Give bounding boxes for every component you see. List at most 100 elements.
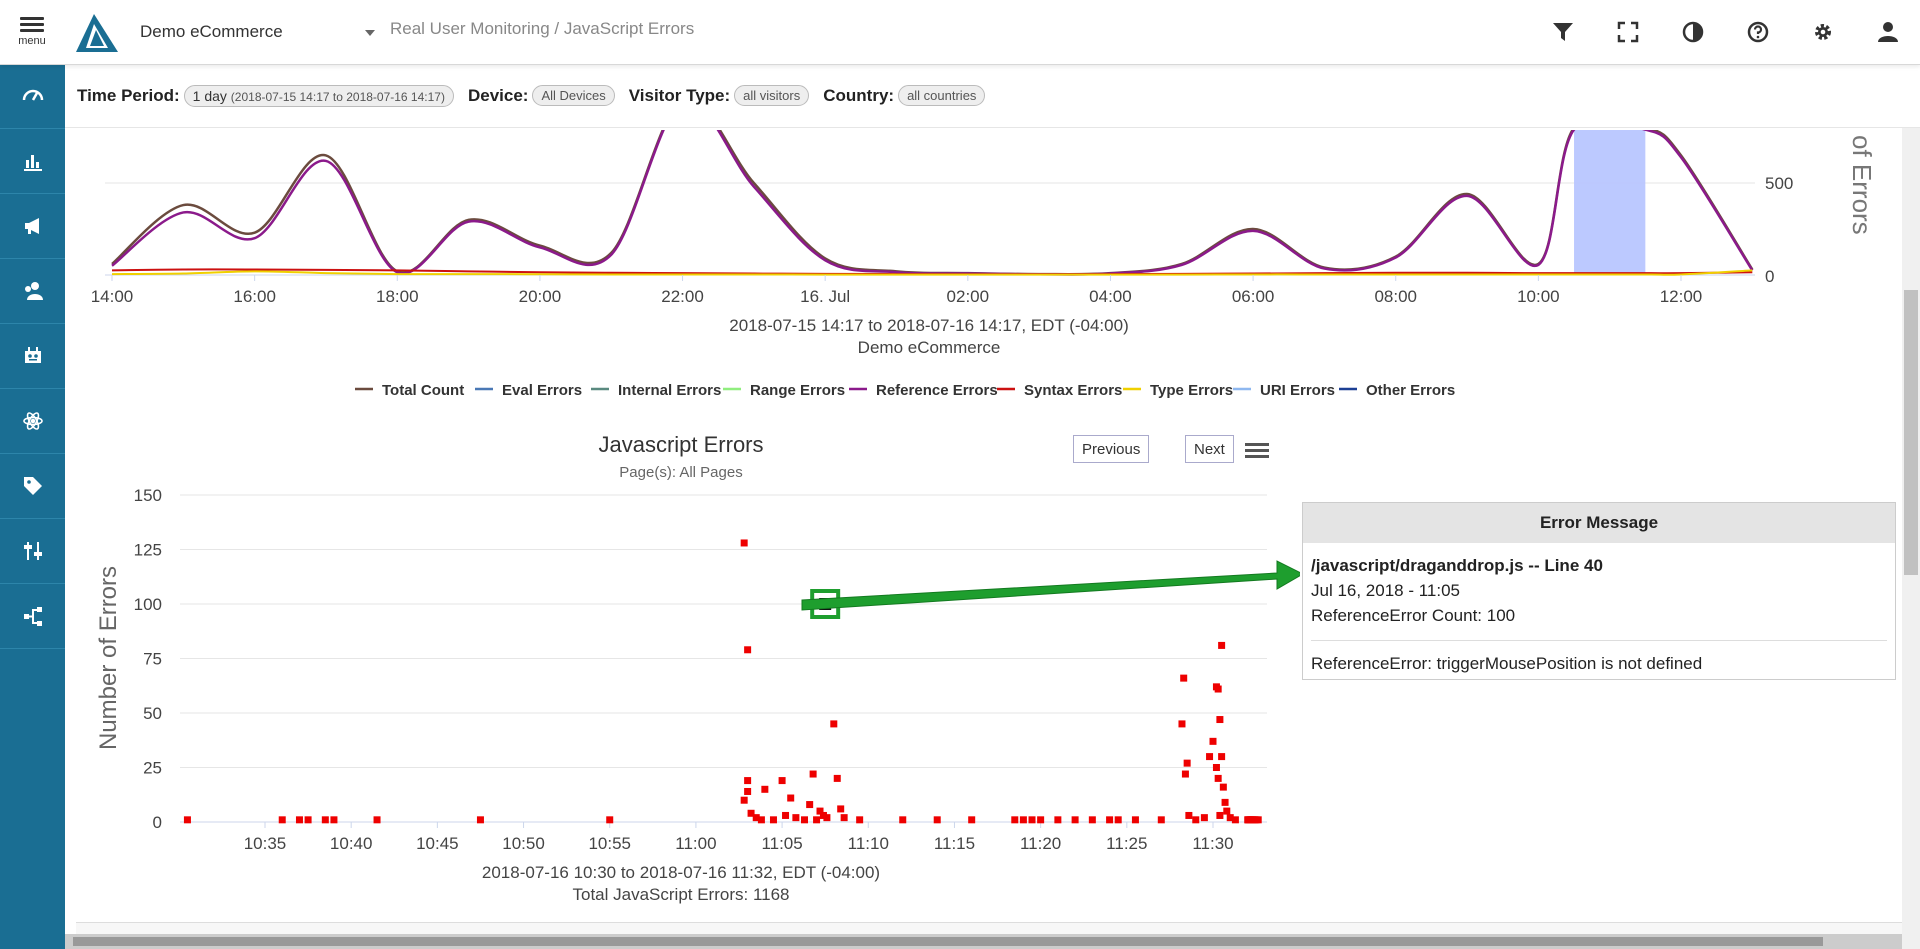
scatter-point[interactable] <box>1214 774 1222 782</box>
scatter-point[interactable] <box>1011 816 1019 824</box>
scatter-point[interactable] <box>373 816 381 824</box>
scatter-point[interactable] <box>806 801 814 809</box>
scatter-point[interactable] <box>1254 816 1262 824</box>
scatter-point[interactable] <box>744 777 752 785</box>
scatter-point[interactable] <box>761 785 769 793</box>
fullscreen-button[interactable] <box>1595 0 1660 64</box>
scatter-point[interactable] <box>1054 816 1062 824</box>
sidebar-item-dashboard[interactable] <box>0 64 65 129</box>
sidebar-item-react[interactable] <box>0 389 65 454</box>
scatter-point[interactable] <box>278 816 286 824</box>
atom-icon <box>22 412 43 430</box>
scatter-point[interactable] <box>933 816 941 824</box>
sidebar-item-tags[interactable] <box>0 454 65 519</box>
scatter-point[interactable] <box>1214 685 1222 693</box>
scatter-point[interactable] <box>476 816 484 824</box>
scatter-point[interactable] <box>782 811 790 819</box>
scatter-point[interactable] <box>837 805 845 813</box>
scatter-point[interactable] <box>295 816 303 824</box>
chart-menu-button[interactable] <box>1245 440 1269 462</box>
scatter-point[interactable] <box>1231 816 1239 824</box>
scatter-point[interactable] <box>1223 807 1231 815</box>
scatter-point[interactable] <box>1181 770 1189 778</box>
selection-band[interactable] <box>1574 130 1646 275</box>
scatter-point[interactable] <box>769 816 777 824</box>
scatter-point[interactable] <box>787 794 795 802</box>
scatter-point[interactable] <box>1088 816 1096 824</box>
scatter-point[interactable] <box>1185 811 1193 819</box>
scatter-point[interactable] <box>800 816 808 824</box>
scatter-point[interactable] <box>840 814 848 822</box>
time-period-pill[interactable]: 1 day (2018-07-15 14:17 to 2018-07-16 14… <box>183 84 454 107</box>
sidebar-item-settings[interactable] <box>0 519 65 584</box>
scatter-point[interactable] <box>1178 720 1186 728</box>
scatter-point[interactable] <box>744 787 752 795</box>
scatter-point[interactable] <box>1192 816 1200 824</box>
vertical-scrollbar-thumb[interactable] <box>1904 290 1918 575</box>
scatter-point[interactable] <box>830 720 838 728</box>
scatter-point[interactable] <box>1200 814 1208 822</box>
scatter-point[interactable] <box>856 816 864 824</box>
settings-button[interactable] <box>1790 0 1855 64</box>
scatter-point[interactable] <box>1157 816 1165 824</box>
scatter-point[interactable] <box>304 816 312 824</box>
sidebar-item-bots[interactable] <box>0 324 65 389</box>
scatter-point[interactable] <box>792 814 800 822</box>
scatter-point[interactable] <box>1183 759 1191 767</box>
scatter-point[interactable] <box>809 770 817 778</box>
scatter-point[interactable] <box>833 774 841 782</box>
scatter-point[interactable] <box>1114 816 1122 824</box>
sidebar-item-campaigns[interactable] <box>0 194 65 259</box>
scatter-point[interactable] <box>1212 764 1220 771</box>
previous-button[interactable]: Previous <box>1073 435 1150 463</box>
scatter-point[interactable] <box>321 816 329 824</box>
dashboard-icon <box>22 89 43 101</box>
scatter-point[interactable] <box>899 816 907 824</box>
scatter-point[interactable] <box>1216 716 1224 724</box>
scatter-point[interactable] <box>740 796 748 804</box>
scatter-point[interactable] <box>1209 737 1217 745</box>
scatter-grid <box>180 494 1267 823</box>
scatter-x-tick: 10:40 <box>330 834 373 853</box>
scatter-point[interactable] <box>1218 641 1226 649</box>
next-button[interactable]: Next <box>1185 435 1234 463</box>
scatter-point[interactable] <box>1218 753 1226 761</box>
scatter-x-tick: 11:00 <box>675 834 716 853</box>
scatter-point[interactable] <box>1180 674 1188 682</box>
scatter-point[interactable] <box>823 814 831 822</box>
scatter-point[interactable] <box>813 816 821 824</box>
country-pill[interactable]: all countries <box>898 85 986 106</box>
scatter-point[interactable] <box>606 816 614 824</box>
sidebar-item-users[interactable] <box>0 259 65 324</box>
scatter-point[interactable] <box>757 816 765 824</box>
scatter-point[interactable] <box>1216 811 1224 819</box>
sidebar-item-network[interactable] <box>0 584 65 649</box>
scatter-point[interactable] <box>744 646 752 654</box>
sidebar-item-charts[interactable] <box>0 129 65 194</box>
scatter-point[interactable] <box>330 816 338 824</box>
visitor-type-pill[interactable]: all visitors <box>734 85 810 106</box>
scatter-point[interactable] <box>1071 816 1079 824</box>
filter-button[interactable] <box>1530 0 1595 64</box>
scatter-point[interactable] <box>1221 798 1229 806</box>
scatter-point[interactable] <box>778 777 786 785</box>
scatter-point[interactable] <box>1037 816 1045 824</box>
scatter-point[interactable] <box>1106 816 1114 824</box>
scatter-point[interactable] <box>1028 816 1036 824</box>
scatter-point[interactable] <box>1206 753 1214 761</box>
device-pill[interactable]: All Devices <box>532 85 615 106</box>
scatter-point[interactable] <box>1131 816 1139 824</box>
app-select[interactable]: Demo eCommerce <box>140 18 375 46</box>
horizontal-scrollbar-thumb[interactable] <box>73 937 1823 946</box>
scatter-point[interactable] <box>740 539 748 547</box>
user-button[interactable] <box>1855 0 1920 64</box>
scatter-point[interactable] <box>1019 816 1027 824</box>
scatter-point[interactable] <box>1219 783 1227 791</box>
scatter-point[interactable] <box>968 816 976 824</box>
legend-item[interactable]: Other Errors <box>1339 382 1455 399</box>
fullscreen-icon <box>1617 21 1638 43</box>
menu-button[interactable]: menu <box>14 14 50 56</box>
contrast-button[interactable] <box>1660 0 1725 64</box>
help-button[interactable] <box>1725 0 1790 64</box>
scatter-point[interactable] <box>183 816 191 824</box>
